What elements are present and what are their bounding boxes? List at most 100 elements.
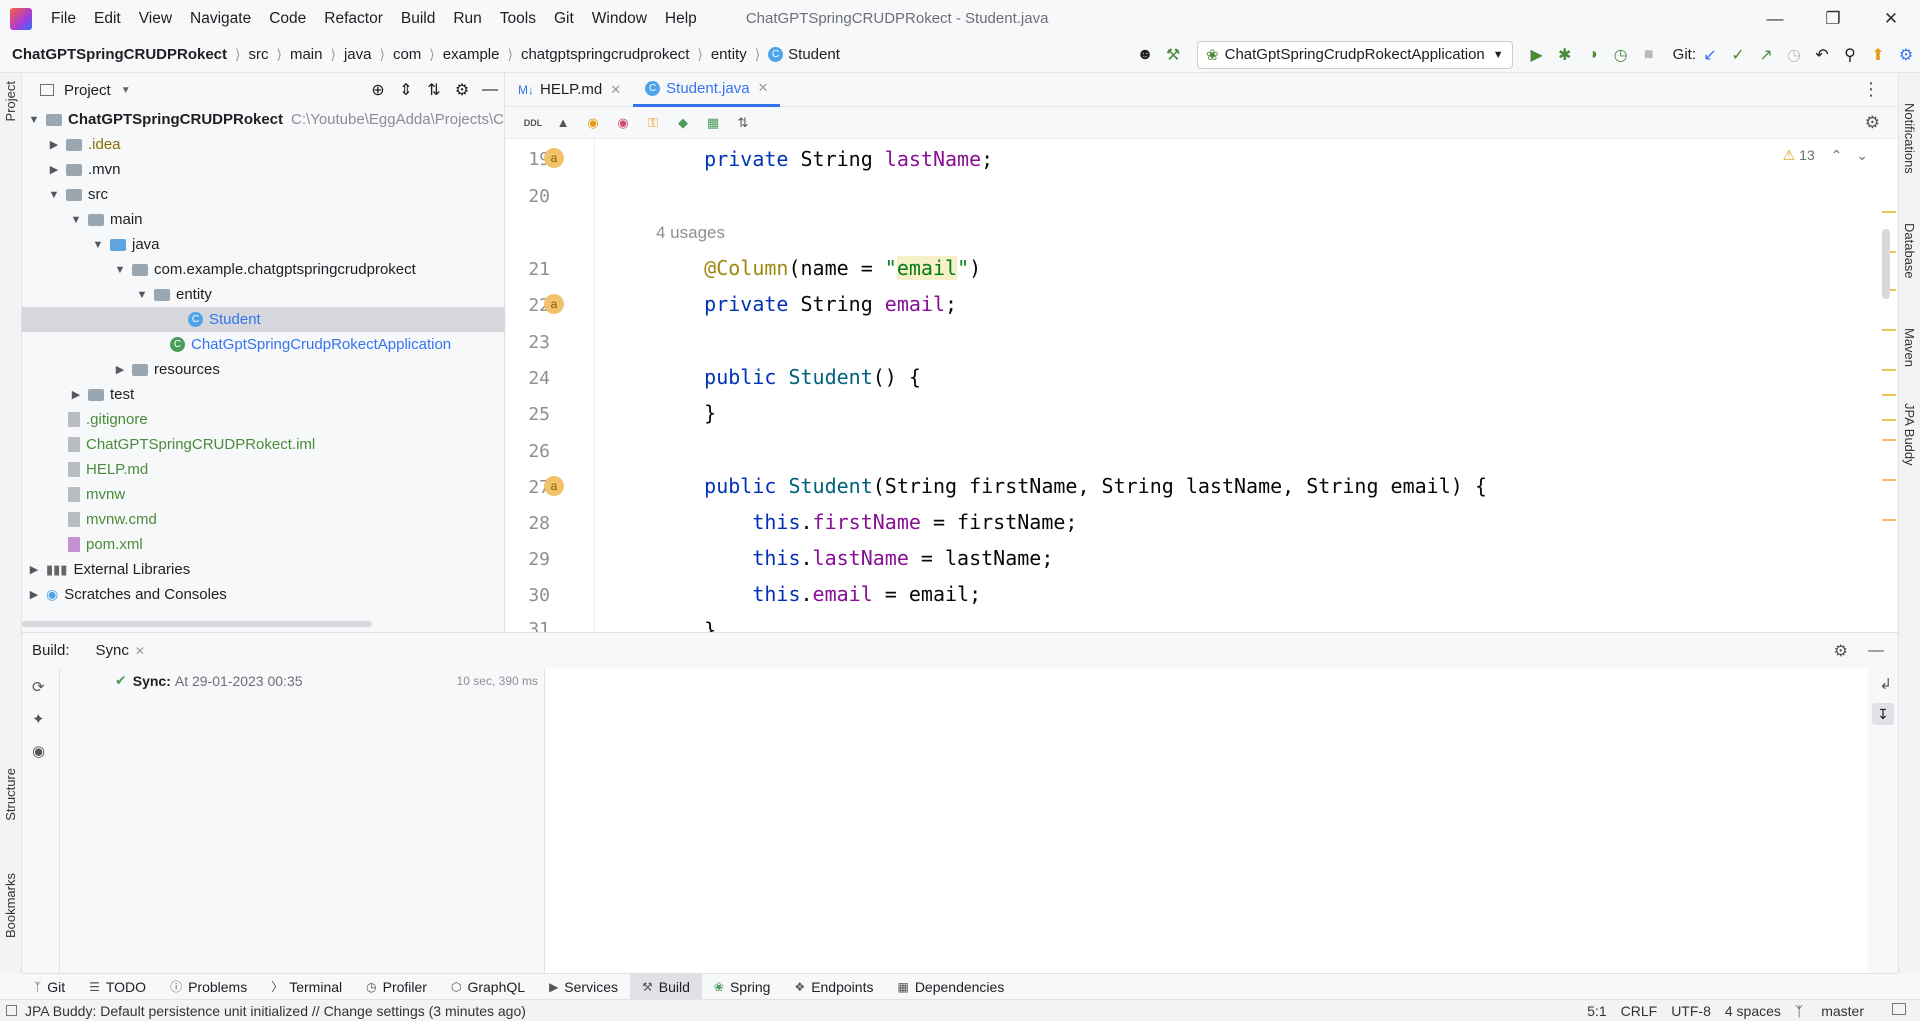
menu-file[interactable]: File [42, 10, 85, 28]
history-icon[interactable]: ◷ [1780, 41, 1808, 69]
menu-run[interactable]: Run [444, 10, 490, 28]
lock-icon[interactable] [1892, 1002, 1906, 1015]
code-editor[interactable]: 19 20 21 22 23 24 25 26 27 28 29 30 31 a… [506, 139, 1898, 632]
run-configuration-select[interactable]: ❀ ChatGptSpringCrudpRokectApplication ▼ [1197, 40, 1513, 69]
tool-window-notifications[interactable]: Notifications [1902, 103, 1917, 174]
tool-window-project[interactable]: Project [3, 81, 18, 121]
tool-tab-build[interactable]: ⚒ Build [629, 973, 702, 1000]
usages-hint[interactable]: 4 usages [656, 223, 725, 243]
editor-settings-icon[interactable]: ⚙ [1865, 113, 1880, 133]
sort-icon[interactable]: ⇅ [728, 112, 758, 134]
tree-item-external-libraries[interactable]: ▶ ▮▮▮ External Libraries [26, 557, 190, 582]
jpa-attribute-icon[interactable]: a [544, 476, 564, 496]
chevron-down-icon[interactable]: ▼ [46, 189, 62, 201]
tree-item-mvnw[interactable]: mvnw [62, 482, 125, 507]
restore-icon[interactable]: ❐ [1804, 9, 1862, 29]
chevron-right-icon[interactable]: ▶ [26, 563, 42, 576]
tool-tab-profiler[interactable]: ◷ Profiler [354, 974, 439, 1000]
tab-help-md[interactable]: M↓ HELP.md ✕ [506, 73, 633, 107]
menu-navigate[interactable]: Navigate [181, 10, 260, 28]
chevron-down-icon[interactable]: ⌄ [1856, 147, 1868, 163]
entity-graph-icon[interactable]: ◆ [668, 112, 698, 134]
git-commit-icon[interactable]: ✓ [1724, 41, 1752, 69]
chevron-down-icon[interactable]: ▼ [90, 239, 106, 251]
tool-tab-problems[interactable]: ⓘ Problems [158, 974, 259, 1000]
coverage-icon[interactable]: ◑ [1579, 41, 1607, 69]
hierarchy-icon[interactable]: ▲ [548, 112, 578, 134]
tool-tab-dependencies[interactable]: ▦ Dependencies [885, 974, 1016, 1000]
chevron-down-icon[interactable]: ▼ [121, 85, 131, 96]
tool-tab-git[interactable]: ᛉ Git [22, 974, 77, 1000]
menu-help[interactable]: Help [656, 10, 706, 28]
sync-result-row[interactable]: ✔ Sync: At 29-01-2023 00:35 [115, 672, 303, 689]
breadcrumb-entity[interactable]: entity [711, 46, 747, 63]
file-encoding[interactable]: UTF-8 [1671, 1003, 1711, 1019]
breadcrumb-java[interactable]: java [344, 46, 372, 63]
ddl-icon[interactable]: DDL [518, 112, 548, 134]
update-icon[interactable]: ⬆ [1864, 41, 1892, 69]
indent-setting[interactable]: 4 spaces [1725, 1003, 1781, 1019]
profile-icon[interactable]: ◷ [1607, 41, 1635, 69]
tool-window-jpa-buddy[interactable]: JPA Buddy [1902, 403, 1917, 466]
chevron-right-icon[interactable]: ▶ [46, 163, 62, 176]
menu-build[interactable]: Build [392, 10, 444, 28]
tool-window-bookmarks[interactable]: Bookmarks [3, 873, 18, 938]
tool-tab-graphql[interactable]: ⬡ GraphQL [439, 974, 537, 1000]
tool-window-structure[interactable]: Structure [3, 768, 18, 821]
breadcrumb-example[interactable]: example [443, 46, 500, 63]
breadcrumb-main[interactable]: main [290, 46, 323, 63]
close-icon[interactable]: ✕ [1862, 9, 1920, 29]
run-icon[interactable]: ▶ [1523, 41, 1551, 69]
refresh-icon[interactable]: ⟳ [32, 678, 45, 696]
tree-item-src[interactable]: ▼ src [46, 182, 108, 207]
tree-item-idea[interactable]: ▶ .idea [46, 132, 121, 157]
minimize-icon[interactable]: — [1746, 9, 1804, 29]
close-tab-icon[interactable]: ✕ [610, 82, 621, 98]
hammer-icon[interactable]: ⚒ [1159, 41, 1187, 69]
gear-icon[interactable]: ⚙ [448, 76, 476, 104]
jpa-attribute-icon[interactable]: a [544, 148, 564, 168]
scroll-to-end-icon[interactable]: ↧ [1872, 703, 1894, 725]
user-icon[interactable]: ☻ [1131, 41, 1159, 69]
breadcrumb-package[interactable]: chatgptspringcrudprokect [521, 46, 689, 63]
tree-item-application[interactable]: C ChatGptSpringCrudpRokectApplication [164, 332, 451, 357]
menu-tools[interactable]: Tools [491, 10, 545, 28]
chevron-right-icon[interactable]: ▶ [46, 138, 62, 151]
collapse-all-icon[interactable]: ⇅ [420, 76, 448, 104]
method-icon[interactable]: ◉ [608, 112, 638, 134]
status-message[interactable]: JPA Buddy: Default persistence unit init… [25, 1003, 526, 1019]
eye-icon[interactable]: ◉ [32, 742, 45, 760]
menu-code[interactable]: Code [260, 10, 315, 28]
tree-item-scratches[interactable]: ▶ ◉ Scratches and Consoles [26, 582, 227, 607]
breadcrumb-src[interactable]: src [249, 46, 269, 63]
expand-all-icon[interactable]: ⇕ [392, 76, 420, 104]
caret-position[interactable]: 5:1 [1587, 1003, 1606, 1019]
git-branch[interactable]: ᛉ master [1795, 1003, 1878, 1019]
stop-icon[interactable]: ■ [1635, 41, 1663, 69]
build-output[interactable] [545, 668, 1868, 974]
tool-windows-icon[interactable] [6, 1005, 17, 1016]
breadcrumb-student[interactable]: Student [788, 46, 840, 63]
tool-tab-spring[interactable]: ❀ Spring [702, 974, 783, 1000]
chevron-up-icon[interactable]: ⌃ [1831, 147, 1843, 163]
vertical-scrollbar[interactable] [1882, 229, 1890, 299]
soft-wrap-icon[interactable]: ↲ [1879, 675, 1892, 693]
tree-item-mvn[interactable]: ▶ .mvn [46, 157, 121, 182]
line-separator[interactable]: CRLF [1621, 1003, 1658, 1019]
horizontal-scrollbar[interactable] [22, 621, 372, 627]
close-tab-icon[interactable]: ✕ [758, 80, 769, 96]
search-icon[interactable]: ⚲ [1836, 41, 1864, 69]
tool-tab-endpoints[interactable]: ❖ Endpoints [782, 974, 885, 1000]
chevron-down-icon[interactable]: ▼ [112, 264, 128, 276]
git-update-icon[interactable]: ↙ [1696, 41, 1724, 69]
menu-refactor[interactable]: Refactor [315, 10, 392, 28]
tool-window-maven[interactable]: Maven [1902, 328, 1917, 367]
jpa-attribute-icon[interactable]: a [544, 294, 564, 314]
menu-git[interactable]: Git [545, 10, 583, 28]
tree-item-main[interactable]: ▼ main [68, 207, 143, 232]
menu-window[interactable]: Window [583, 10, 656, 28]
tree-item-student[interactable]: C Student [22, 307, 505, 332]
tool-tab-services[interactable]: ▶ Services [537, 974, 630, 1000]
tab-sync[interactable]: Sync ✕ [88, 633, 153, 668]
hide-icon[interactable]: — [476, 76, 504, 104]
